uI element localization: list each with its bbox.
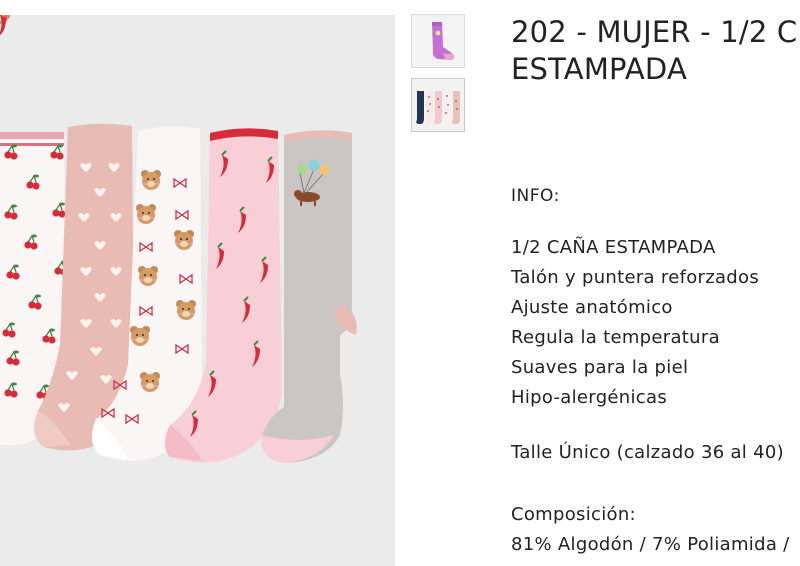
feature-item: Hipo-alergénicas: [511, 387, 668, 408]
thumbnail-five-socks[interactable]: [411, 78, 465, 132]
size-info: Talle Único (calzado 36 al 40): [511, 442, 784, 463]
product-title-line2: ESTAMPADA: [511, 52, 687, 86]
purple-sock-image: [412, 15, 464, 67]
product-main-image[interactable]: [0, 15, 395, 566]
socks-illustration: [0, 15, 395, 566]
info-label: INFO:: [511, 186, 560, 206]
feature-item: Talón y puntera reforzados: [511, 267, 760, 288]
thumbnail-purple-sock[interactable]: [411, 14, 465, 68]
thumbnail-list: [411, 14, 467, 142]
product-info: 202 - MUJER - 1/2 C ESTAMPADA: [511, 14, 800, 88]
composition-value: 81% Algodón / 7% Poliamida /: [511, 534, 790, 555]
product-title: 202 - MUJER - 1/2 C ESTAMPADA: [511, 14, 800, 88]
composition-label: Composición:: [511, 504, 636, 525]
feature-list: 1/2 CAÑA ESTAMPADA Talón y puntera refor…: [511, 233, 759, 413]
five-socks-image: [412, 79, 464, 131]
feature-item: Suaves para la piel: [511, 357, 689, 378]
feature-item: Ajuste anatómico: [511, 297, 673, 318]
feature-item: Regula la temperatura: [511, 327, 720, 348]
feature-item: 1/2 CAÑA ESTAMPADA: [511, 237, 716, 258]
product-title-line1: 202 - MUJER - 1/2 C: [511, 15, 798, 49]
